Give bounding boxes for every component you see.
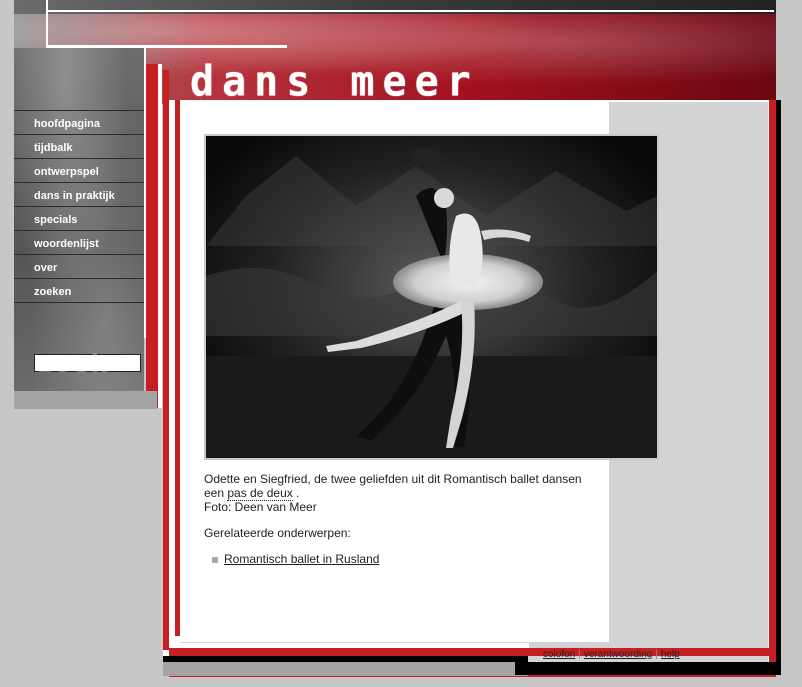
footer-separator: | [578,649,581,660]
sidebar-edge [144,48,146,338]
nav-item-woordenlijst[interactable]: woordenlijst [14,231,144,255]
header-vertical-rule [46,0,48,48]
related-topics-heading: Gerelateerde onderwerpen: [204,526,351,540]
nav-item-over[interactable]: over [14,255,144,279]
nav-item-specials[interactable]: specials [14,207,144,231]
nav-item-label[interactable]: hoofdpagina [34,118,100,130]
header-rule [48,10,774,12]
nav-item-label[interactable]: ontwerpspel [34,166,99,178]
related-topics-list: Romantisch ballet in Rusland [212,552,379,566]
photo-credit: Foto: Deen van Meer [204,500,317,514]
frame-bottom-grey [163,662,528,676]
nav-item-hoofdpagina[interactable]: hoofdpagina [14,110,144,135]
photo-caption: Odette en Siegfried, de twee geliefden u… [204,472,599,514]
nav-item-dans-in-praktijk[interactable]: dans in praktijk [14,183,144,207]
site-logo[interactable]: dans meer [190,61,480,103]
footer-links: colofon | verantwoording | help [543,649,680,660]
footer-link-verantwoording[interactable]: verantwoording [584,649,652,660]
search-input[interactable] [34,354,141,372]
sidebar-white-bar [158,64,162,408]
nav-item-label[interactable]: zoeken [34,286,71,298]
nav-item-tijdbalk[interactable]: tijdbalk [14,135,144,159]
nav-item-label[interactable]: over [34,262,57,274]
related-link-romantisch-ballet[interactable]: Romantisch ballet in Rusland [224,552,379,566]
nav-item-zoeken[interactable]: zoeken [14,279,144,303]
frame-left-red-bar [163,70,169,650]
nav-item-label[interactable]: woordenlijst [34,238,99,250]
bullet-icon [212,556,218,563]
ballet-photo [204,134,659,460]
ballet-photo-image [206,136,657,458]
pas-de-deux-link[interactable]: pas de deux [227,486,293,501]
nav-item-label[interactable]: tijdbalk [34,142,73,154]
caption-period: . [296,486,300,500]
footer-link-colofon[interactable]: colofon [543,649,575,660]
content-left-bar [175,100,180,636]
frame-bottom-white [169,643,529,648]
nav-item-ontwerpspel[interactable]: ontwerpspel [14,159,144,183]
footer-separator: | [655,649,658,660]
footer-link-help[interactable]: help [661,649,680,660]
sidebar-red-bar [146,64,158,408]
sidebar-footer [14,391,157,409]
main-nav: hoofdpagina tijdbalk ontwerpspel dans in… [14,110,144,303]
frame-bottom-black-right [515,662,777,675]
nav-item-label[interactable]: specials [34,214,77,226]
nav-item-label[interactable]: dans in praktijk [34,190,115,202]
